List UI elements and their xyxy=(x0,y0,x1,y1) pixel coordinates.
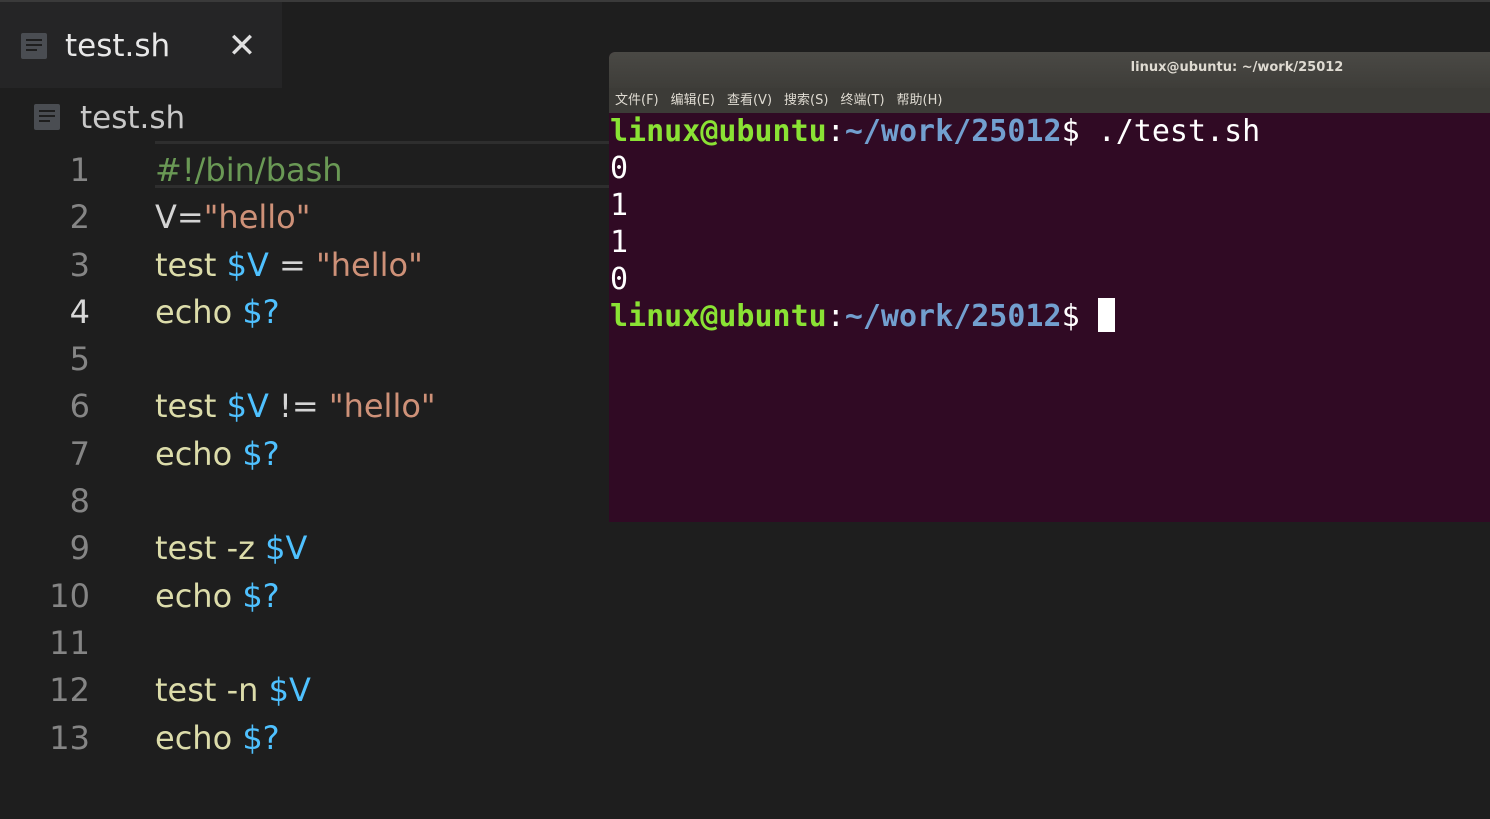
terminal-title-bar[interactable]: linux@ubuntu: ~/work/25012 xyxy=(609,52,1490,88)
code-line[interactable]: 3 test $V = "hello" xyxy=(0,242,610,289)
tab-test-sh[interactable]: test.sh ✕ xyxy=(0,2,282,88)
code-token: echo xyxy=(155,718,243,757)
code-token: echo xyxy=(155,576,243,615)
code-line[interactable]: 12 test -n $V xyxy=(0,667,610,714)
code-line[interactable]: 9 test -z $V xyxy=(0,525,610,572)
code-token: V= xyxy=(155,198,204,237)
code-token: test xyxy=(155,387,227,426)
terminal-output[interactable]: linux@ubuntu:~/work/25012$ ./test.sh 011… xyxy=(610,113,1490,335)
code-line[interactable]: 4 echo $? xyxy=(0,289,610,336)
code-token: $? xyxy=(242,576,280,615)
code-text: echo $? xyxy=(155,431,280,478)
code-token: $V xyxy=(226,387,269,426)
code-token: test -z xyxy=(155,529,266,568)
breadcrumb-label: test.sh xyxy=(80,100,186,136)
file-icon xyxy=(21,33,47,59)
code-token: "hello" xyxy=(328,387,436,426)
code-token: test -n xyxy=(155,671,269,710)
code-token: $? xyxy=(242,292,280,331)
terminal-menu-item[interactable]: 终端(T) xyxy=(834,88,890,113)
line-number: 10 xyxy=(49,576,90,615)
line-number: 11 xyxy=(49,623,90,662)
code-token: "hello" xyxy=(316,245,423,284)
code-text: echo $? xyxy=(155,289,280,336)
close-icon[interactable]: ✕ xyxy=(227,29,257,63)
code-token: $? xyxy=(242,434,280,473)
code-token: $V xyxy=(268,671,311,710)
terminal-output-line: 1 xyxy=(610,188,629,223)
line-number: 13 xyxy=(49,718,90,757)
line-number: 2 xyxy=(69,198,90,237)
code-text: test -z $V xyxy=(155,525,307,572)
terminal-menu-item[interactable]: 编辑(E) xyxy=(665,88,721,113)
terminal-output-line: 0 xyxy=(610,151,629,186)
terminal-window[interactable]: linux@ubuntu: ~/work/25012 文件(F) 编辑(E) 查看(… xyxy=(609,52,1490,522)
code-line[interactable]: 5 xyxy=(0,336,610,383)
prompt-user: linux@ubuntu xyxy=(610,114,827,149)
code-text: #!/bin/bash xyxy=(155,147,343,194)
code-text: test $V = "hello" xyxy=(155,242,423,289)
code-token: $V xyxy=(265,529,308,568)
prompt-path: ~/work/25012 xyxy=(844,114,1062,149)
terminal-output-line: 1 xyxy=(610,225,629,260)
prompt-separator: : xyxy=(826,114,845,149)
terminal-menu-item[interactable]: 帮助(H) xyxy=(891,88,949,113)
file-icon xyxy=(34,104,60,130)
code-text: echo $? xyxy=(155,715,280,762)
terminal-cursor xyxy=(1097,298,1115,332)
code-text: test $V != "hello" xyxy=(155,383,436,430)
code-token: $? xyxy=(242,718,280,757)
code-token: "hello" xyxy=(203,198,311,237)
code-token: echo xyxy=(155,434,243,473)
line-number: 3 xyxy=(69,245,90,284)
line-number: 8 xyxy=(69,482,90,521)
tab-label: test.sh xyxy=(65,28,171,64)
terminal-title: linux@ubuntu: ~/work/25012 xyxy=(1130,60,1344,75)
code-line[interactable]: 10 echo $? xyxy=(0,573,610,620)
code-line[interactable]: 2 V="hello" xyxy=(0,194,610,241)
terminal-menu-item[interactable]: 搜索(S) xyxy=(778,88,834,113)
prompt-separator: : xyxy=(826,299,845,334)
line-number: 5 xyxy=(69,340,90,379)
code-line[interactable]: 6 test $V != "hello" xyxy=(0,383,610,430)
code-line[interactable]: 8 xyxy=(0,478,610,525)
line-number: 7 xyxy=(69,434,90,473)
line-number: 6 xyxy=(69,387,90,426)
terminal-menu-item[interactable]: 查看(V) xyxy=(721,88,778,113)
code-text: test -n $V xyxy=(155,667,311,714)
code-line[interactable]: 1 #!/bin/bash xyxy=(0,147,610,194)
code-text: V="hello" xyxy=(155,194,310,241)
code-token: echo xyxy=(155,292,243,331)
line-number: 4 xyxy=(69,292,90,331)
terminal-menu-bar: 文件(F) 编辑(E) 查看(V) 搜索(S) 终端(T) 帮助(H) xyxy=(609,88,1490,113)
line-number: 9 xyxy=(69,529,90,568)
code-editor[interactable]: 1 #!/bin/bash 2 V="hello" 3 test $V = "hello"… xyxy=(0,147,610,762)
terminal-command-line: linux@ubuntu:~/work/25012$ ./test.sh xyxy=(610,113,1490,150)
terminal-prompt-line: linux@ubuntu:~/work/25012$ xyxy=(610,298,1490,335)
terminal-output-line: 0 xyxy=(610,262,629,297)
code-token: != xyxy=(268,387,329,426)
code-token: #!/bin/bash xyxy=(155,151,343,189)
line-number: 12 xyxy=(49,671,90,710)
code-line[interactable]: 13 echo $? xyxy=(0,715,610,762)
terminal-command: ./test.sh xyxy=(1097,114,1261,149)
prompt-dollar: $ xyxy=(1061,114,1098,149)
prompt-path: ~/work/25012 xyxy=(844,299,1062,334)
code-token: test xyxy=(155,245,227,284)
code-line[interactable]: 11 xyxy=(0,620,610,667)
code-token: $V xyxy=(226,245,269,284)
code-token: = xyxy=(268,245,317,284)
code-line[interactable]: 7 echo $? xyxy=(0,431,610,478)
code-text: echo $? xyxy=(155,573,280,620)
prompt-dollar: $ xyxy=(1061,299,1098,334)
line-number: 1 xyxy=(69,151,90,189)
prompt-user: linux@ubuntu xyxy=(610,299,827,334)
terminal-menu-item[interactable]: 文件(F) xyxy=(609,88,665,113)
